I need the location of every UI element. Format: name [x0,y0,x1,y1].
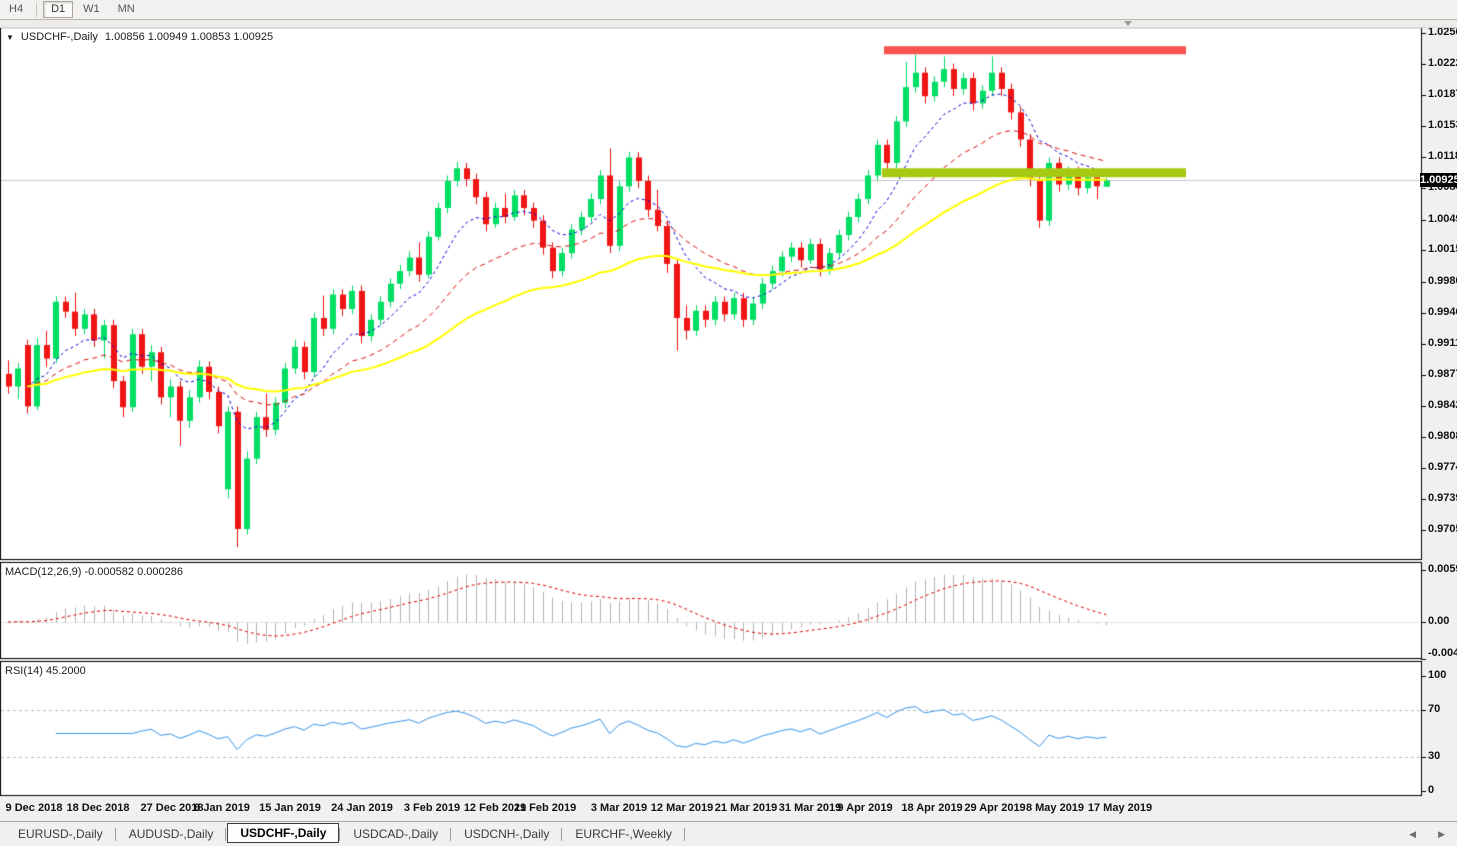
chart-shift-marker-icon[interactable] [1124,21,1132,26]
mt4-chart-window: { "ui": { "toolbar": { "timeframes": [ {… [0,0,1457,846]
tab-usdchf-daily[interactable]: USDCHF-,Daily [227,823,340,843]
time-axis[interactable] [0,798,1420,820]
chart-canvas[interactable] [0,0,1457,846]
chart-tabs: EURUSD-,Daily AUDUSD-,Daily USDCHF-,Daily U… [6,823,686,844]
price-axis[interactable] [1422,27,1457,796]
timeframe-toolbar: H4 D1 W1 MN [0,0,1457,20]
chart-scroll-strip[interactable] [0,20,1457,28]
timeframe-button-w1[interactable]: W1 [75,1,108,18]
tab-usdcnh-daily[interactable]: USDCNH-,Daily [452,824,561,844]
tab-audusd-daily[interactable]: AUDUSD-,Daily [117,824,226,844]
timeframe-button-mn[interactable]: MN [110,1,143,18]
timeframe-button-h4[interactable]: H4 [1,1,31,18]
tab-scroll-left-icon[interactable]: ◀ [1409,825,1416,843]
tab-usdcad-daily[interactable]: USDCAD-,Daily [341,824,450,844]
tab-scroll-right-icon[interactable]: ▶ [1438,825,1445,843]
tab-eurchf-weekly[interactable]: EURCHF-,Weekly [563,824,683,844]
tab-eurusd-daily[interactable]: EURUSD-,Daily [6,824,115,844]
timeframe-button-d1[interactable]: D1 [43,1,74,18]
toolbar-separator [36,2,38,17]
chart-tab-bar: EURUSD-,Daily AUDUSD-,Daily USDCHF-,Daily U… [0,821,1457,846]
tab-scroll-arrows: ◀ ▶ [1409,825,1445,843]
tab-separator [683,827,686,841]
